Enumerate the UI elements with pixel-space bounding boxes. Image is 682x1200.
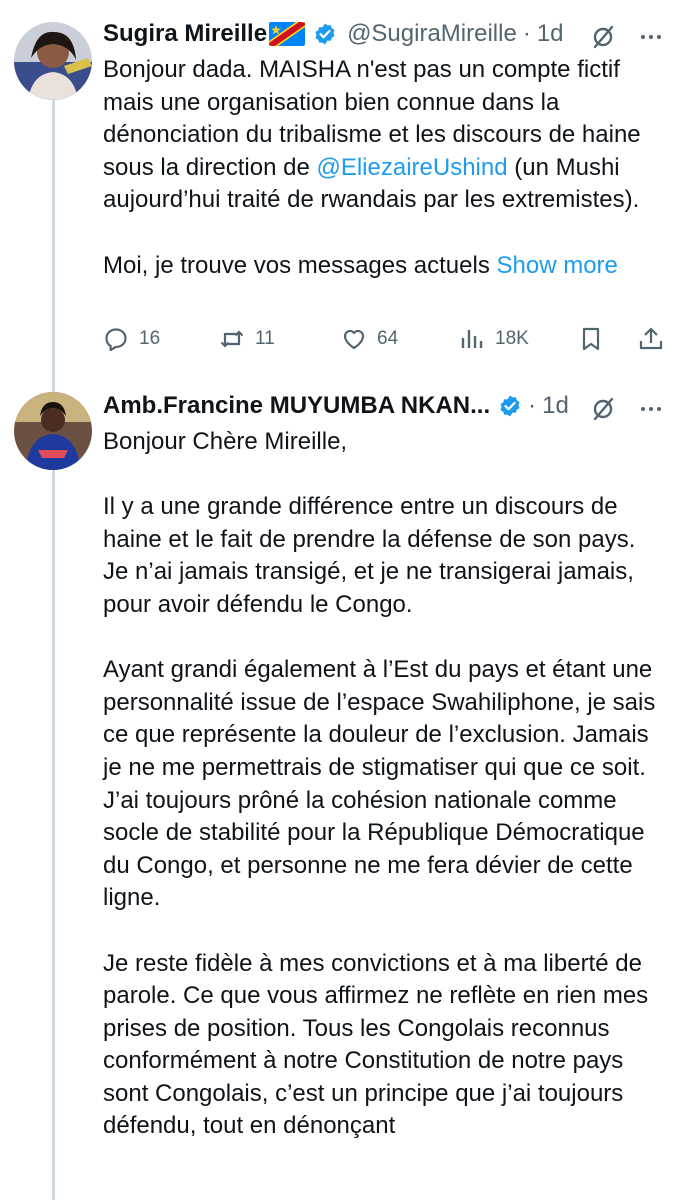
- header-actions: [590, 396, 664, 422]
- timestamp[interactable]: 1d: [542, 392, 569, 420]
- verified-badge-icon: [315, 23, 335, 45]
- repost-button[interactable]: 11: [219, 326, 275, 352]
- show-more-link[interactable]: Show more: [497, 252, 618, 279]
- reply-count: 16: [139, 328, 161, 349]
- verified-badge-icon: [500, 395, 520, 417]
- repost-icon: [220, 330, 244, 348]
- avatar-francine[interactable]: [14, 392, 92, 470]
- share-icon: [639, 327, 663, 350]
- separator-dot: ·: [522, 20, 531, 47]
- like-button[interactable]: 64: [341, 326, 398, 352]
- tweet-actions: 16 11 64 18K: [103, 326, 668, 356]
- views-button[interactable]: 18K: [459, 326, 529, 352]
- timestamp[interactable]: 1d: [537, 20, 564, 48]
- tweet-text: Bonjour dada. MAISHA n'est pas un compte…: [103, 54, 663, 282]
- like-icon: [343, 329, 365, 350]
- bookmark-button[interactable]: [578, 326, 604, 352]
- text-segment: Moi, je trouve vos messages actuels: [103, 251, 497, 279]
- author-name[interactable]: Sugira Mireille: [103, 20, 267, 48]
- avatar-sugira[interactable]: [14, 22, 92, 100]
- reply-icon: [105, 328, 127, 352]
- grok-icon[interactable]: [590, 24, 616, 50]
- thread-line: [52, 100, 55, 1200]
- header-actions: [590, 24, 664, 50]
- mention-link[interactable]: @EliezaireUshind: [316, 154, 507, 181]
- author-handle[interactable]: @SugiraMireille: [347, 20, 517, 48]
- more-icon[interactable]: [638, 24, 664, 50]
- author-name[interactable]: Amb.Francine MUYUMBA NKAN...: [103, 392, 490, 420]
- tweet-text: Bonjour Chère Mireille, Il y a une grand…: [103, 426, 663, 1143]
- share-button[interactable]: [638, 326, 664, 352]
- views-count: 18K: [495, 328, 529, 349]
- reply-button[interactable]: 16: [103, 326, 160, 352]
- tweet-header: Sugira Mireille @SugiraMireille · 1d: [103, 20, 564, 48]
- drc-flag-icon: [269, 22, 306, 46]
- separator-dot: ·: [528, 392, 537, 419]
- tweet-paragraph: Il y a une grande différence entre un di…: [103, 493, 636, 618]
- tweet-paragraph: Moi, je trouve vos messages actuels Show…: [103, 250, 663, 283]
- tweet-paragraph: Bonjour Chère Mireille,: [103, 428, 348, 455]
- views-icon: [461, 330, 483, 348]
- repost-count: 11: [255, 328, 275, 349]
- more-icon[interactable]: [638, 396, 664, 422]
- grok-icon[interactable]: [590, 396, 616, 422]
- tweet-paragraph: Bonjour dada. MAISHA n'est pas un compte…: [103, 54, 663, 217]
- tweet-header: Amb.Francine MUYUMBA NKAN... · 1d: [103, 392, 569, 420]
- bookmark-icon: [582, 327, 600, 351]
- tweet-paragraph: Ayant grandi également à l’Est du pays e…: [103, 656, 656, 912]
- tweet-paragraph: Je reste fidèle à mes convictions et à m…: [103, 949, 649, 1140]
- like-count: 64: [377, 328, 399, 349]
